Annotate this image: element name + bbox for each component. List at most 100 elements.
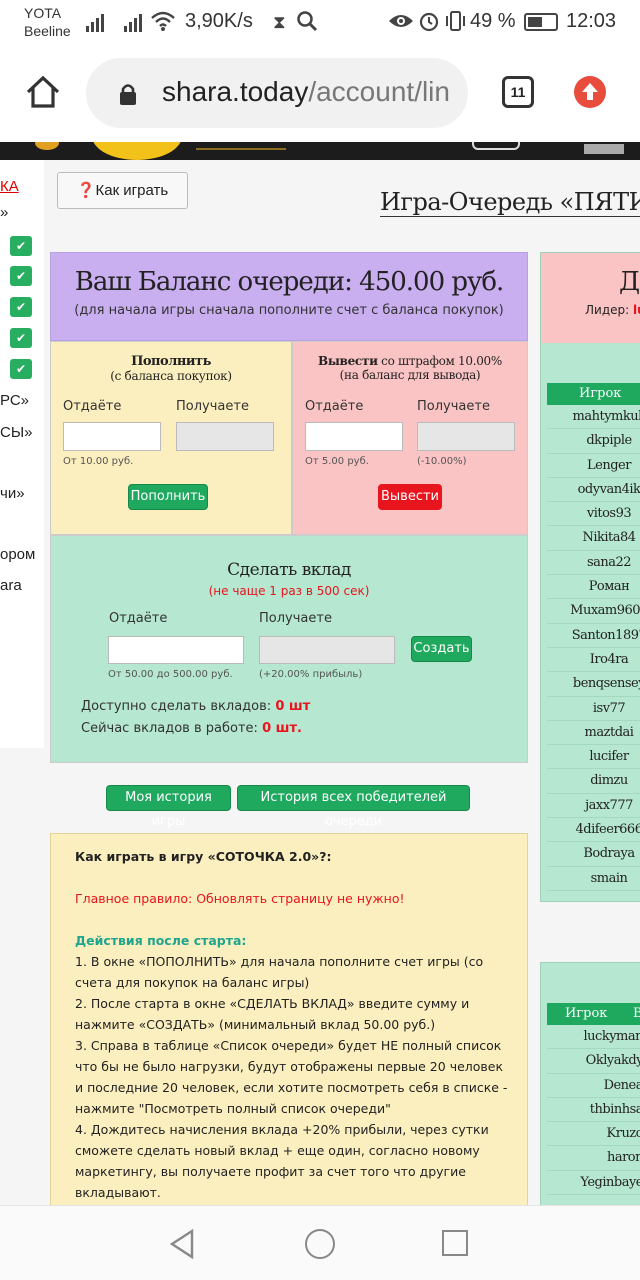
balance-title: Ваш Баланс очереди: 450.00 руб. [74,267,505,297]
queue2-column-player: Игрок [565,1006,608,1021]
search-icon [296,10,318,32]
queue-row: 4difeer666 [547,818,640,843]
queue-row: Lenger [547,454,640,478]
queue-row: Iro4ra [547,648,640,673]
home-icon[interactable] [24,74,62,110]
queue-row: odyvan4ik [547,478,640,503]
queue-row: isv77 [547,697,640,721]
how-to-play-button[interactable]: ❓Как играть [57,172,188,209]
hourglass-icon: ⧗ [273,12,286,32]
deposit-give-input[interactable] [108,636,244,664]
deposits-working-value: 0 шт. [262,721,302,736]
signal-icon-2 [124,12,146,32]
rules-step: 3. Справа в таблице «Список очереди» буд… [75,1038,508,1116]
queue2-row: luckyman [547,1025,640,1050]
queue-row: lucifer [547,745,640,770]
question-icon: ❓ [76,182,96,199]
recents-icon[interactable] [442,1230,468,1256]
check-icon: ✔ [10,236,32,256]
create-deposit-button[interactable]: Создать [411,636,472,662]
check-icon: ✔ [10,266,32,286]
queue-panel-2: Игрок В luckymanOklyakdyDeneathbinhsaKru… [540,962,640,1205]
withdraw-title-rest: со штрафом 10.00% [377,354,502,368]
queue-row: Muxam9600 [547,599,640,624]
lock-icon [118,82,138,106]
address-bar[interactable]: shara.today/account/lin [86,58,468,128]
queue-row: Nikita84 [547,526,640,551]
queue-row: vitos93 [547,502,640,527]
sidebar-item-6[interactable]: ara [0,577,22,594]
rules-main-rule: Главное правило: Обновлять страницу не н… [75,891,405,906]
queue2-list: luckyman Oklyakdy Denea thbinhsa Kruzo haron Y… [541,1025,640,1196]
network-speed: 3,90K/s [185,10,253,32]
site-header-banner [0,142,640,160]
eye-icon [388,11,414,31]
home-nav-icon[interactable] [305,1229,335,1259]
banner-badge [92,142,182,160]
queue-title: Дж [619,267,640,297]
all-winners-history-button[interactable]: История всех победителей очереди [237,785,470,829]
my-history-button[interactable]: Моя история игры [106,785,231,829]
withdraw-title: Вывести со штрафом 10.00% [293,354,527,368]
carrier-label: YOTA Beeline [24,4,71,40]
url-text: shara.today/account/lin [162,76,450,108]
withdraw-subtitle: (на баланс для вывода) [339,368,481,382]
queue-panel: Дж Лидер: lu Игрок mahtymkulidkpipleLeng… [540,252,640,902]
topup-button[interactable]: Пополнить [128,484,208,510]
sidebar: КА » ✔ ✔ ✔ ✔ ✔ РС» СЫ» чи» ором ara [0,160,44,748]
rules-step: 1. В окне «ПОПОЛНИТЬ» для начала пополни… [75,954,484,990]
queue-list: mahtymkuli dkpiple Lenger odyvan4ik vitos93 N… [541,405,640,891]
rules-heading: Как играть в игру «СОТОЧКА 2.0»?: [75,849,332,864]
back-icon[interactable] [168,1228,198,1260]
queue-column-header: Игрок [547,383,640,405]
deposit-panel: Сделать вклад (не чаще 1 раз в 500 сек) … [50,535,528,763]
withdraw-button[interactable]: Вывести [378,484,442,510]
url-host: shara.today [162,76,309,107]
deposit-hint-right: (+20.00% прибыль) [259,669,363,680]
withdraw-give-input[interactable] [305,422,403,451]
sidebar-item-1[interactable]: » [0,204,8,221]
sidebar-item-5[interactable]: ором [0,546,35,563]
how-to-play-label: Как играть [95,182,169,199]
topup-title: Пополнить [131,354,211,369]
topup-get-label: Получаете [176,399,249,414]
deposits-working: Сейчас вкладов в работе: 0 шт. [81,721,302,736]
rules-panel: Как играть в игру «СОТОЧКА 2.0»?: Главно… [50,833,528,1205]
leader-label: Лидер: [585,303,630,317]
queue-row: benqsensey [547,672,640,697]
banner-text-fragment [584,144,624,154]
deposit-get-input [259,636,395,664]
carrier-yota: YOTA [24,5,62,21]
topup-hint: От 10.00 руб. [63,456,134,467]
check-icon: ✔ [10,359,32,379]
sidebar-item-3[interactable]: СЫ» [0,424,32,441]
sidebar-item-0[interactable]: КА [0,178,19,195]
sidebar-item-4[interactable]: чи» [0,485,25,502]
topup-give-input[interactable] [63,422,161,451]
url-path: /account/lin [308,76,450,107]
page-content: КА » ✔ ✔ ✔ ✔ ✔ РС» СЫ» чи» ором ara ❓Как… [0,160,640,1205]
tab-switcher-button[interactable]: 11 [502,76,534,108]
queue-row: Santon1897 [547,624,640,648]
clock: 12:03 [566,10,617,32]
queue-row: dimzu [547,769,640,794]
update-icon[interactable] [574,76,606,108]
deposit-give-label: Отдаёте [109,611,168,626]
queue-row: Bodraya [547,842,640,867]
status-bar: YOTA Beeline 3,90K/s ⧗ 49 % 12:03 [0,0,640,44]
queue-row: sana22 [547,551,640,576]
topup-give-label: Отдаёте [63,399,122,414]
rules-step: 2. После старта в окне «СДЕЛАТЬ ВКЛАД» в… [75,996,470,1032]
balance-panel: Ваш Баланс очереди: 450.00 руб. (для нач… [50,252,528,341]
check-icon: ✔ [10,297,32,317]
vibrate-icon [445,10,465,32]
system-nav-bar [0,1205,640,1280]
withdraw-get-input [417,422,515,451]
queue-row: maztdai [547,721,640,746]
queue2-column-second: В [633,1003,640,1025]
queue-row: jaxx777 [547,794,640,819]
withdraw-hint-right: (-10.00%) [417,456,467,467]
wifi-icon [150,10,176,32]
sidebar-item-2[interactable]: РС» [0,392,29,409]
deposits-available-value: 0 шт [275,699,311,714]
